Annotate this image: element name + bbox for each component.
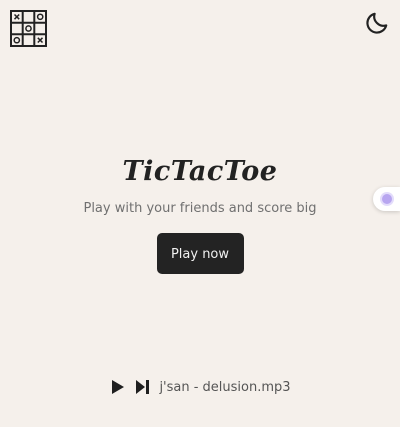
track-name: j'san - delusion.mp3 (159, 379, 291, 395)
page: TicTacToe Play with your friends and sco… (0, 0, 400, 427)
page-subtitle: Play with your friends and score big (83, 201, 317, 216)
moon-icon[interactable] (364, 10, 390, 36)
tictactoe-grid-icon[interactable] (10, 10, 47, 47)
page-title: TicTacToe (122, 156, 278, 187)
assistant-widget-button[interactable] (373, 187, 400, 211)
hero-section: TicTacToe Play with your friends and sco… (0, 150, 400, 274)
music-player: j'san - delusion.mp3 (0, 377, 400, 397)
play-now-button[interactable]: Play now (156, 233, 244, 274)
play-icon[interactable] (109, 378, 127, 396)
assistant-bubble-icon (381, 194, 392, 204)
skip-next-icon[interactable] (133, 378, 151, 396)
